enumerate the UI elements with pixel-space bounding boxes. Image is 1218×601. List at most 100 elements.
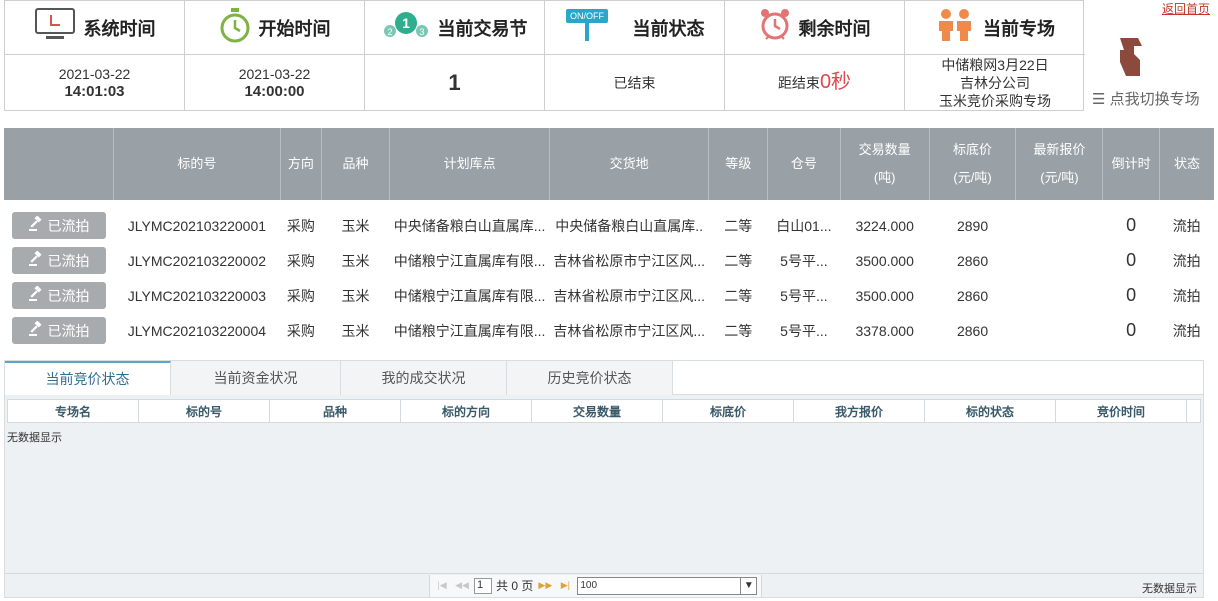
grid-col-bid-time[interactable]: 竞价时间 — [1056, 400, 1187, 422]
table-row: 已流拍 JLYMC202103220004 采购 玉米 中储粮宁江直属库有限... 吉林省… — [4, 313, 1214, 348]
cell-plan-store: 中储粮宁江直属库有限... — [393, 322, 546, 339]
col-warehouse: 仓号 — [767, 128, 841, 200]
start-time-value: 14:00:00 — [244, 82, 305, 100]
svg-text:2: 2 — [387, 27, 392, 37]
tab-current-funds[interactable]: 当前资金状况 — [171, 361, 341, 395]
cell-delivery: 吉林省松原市宁江区风... — [553, 287, 705, 304]
pager: |◀ ◀◀ 1 共 0 页 ▶▶ ▶| 100 ▼ 无数据显示 — [5, 573, 1203, 597]
cell-qty: 3378.000 — [855, 322, 914, 339]
zone-line-2: 吉林分公司 — [960, 74, 1030, 91]
cell-floor-price: 2890 — [956, 217, 989, 234]
grid-col-direction[interactable]: 标的方向 — [401, 400, 532, 422]
onoff-icon: ON/OFF — [565, 7, 611, 48]
next-page-icon[interactable]: ▶▶ — [537, 579, 553, 593]
start-time-title: 开始时间 — [258, 18, 331, 39]
auction-page: 返回首页 系统时间 2021-03-22 14:01:03 开始时间 2021-… — [0, 0, 1218, 601]
cell-direction: 采购 — [286, 217, 315, 234]
cell-grade: 二等 — [724, 252, 753, 269]
grid-col-my-bid[interactable]: 我方报价 — [794, 400, 925, 422]
cell-code: JLYMC202103220003 — [127, 287, 267, 304]
zone-line-3: 玉米竞价采购专场 — [939, 92, 1051, 109]
status-value: 已结束 — [613, 74, 656, 91]
switch-zone-button[interactable]: ☰ 点我切换专场 — [1090, 34, 1216, 114]
cell-status: 流拍 — [1172, 287, 1201, 304]
table-row: 已流拍 JLYMC202103220001 采购 玉米 中央储备粮白山直属库... 中央储… — [4, 200, 1214, 243]
cell-status: 流拍 — [1172, 252, 1201, 269]
cell-countdown: 0 — [1126, 285, 1137, 305]
first-page-icon[interactable]: |◀ — [434, 579, 450, 593]
col-delivery: 交货地 — [549, 128, 710, 200]
alarm-clock-icon — [759, 7, 791, 48]
start-date: 2021-03-22 — [238, 65, 311, 82]
session-title: 当前交易节 — [437, 18, 528, 39]
cell-qty: 3224.000 — [855, 217, 914, 234]
cell-delivery: 吉林省松原市宁江区风... — [553, 322, 705, 339]
col-variety: 品种 — [321, 128, 391, 200]
remaining-cell: 剩余时间 距结束0秒 — [725, 1, 905, 110]
grid-col-status[interactable]: 标的状态 — [925, 400, 1056, 422]
table-row: 已流拍 JLYMC202103220003 采购 玉米 中储粮宁江直属库有限... 吉林省… — [4, 278, 1214, 313]
info-panel: 系统时间 2021-03-22 14:01:03 开始时间 2021-03-22… — [4, 0, 1085, 111]
stopwatch-icon — [219, 7, 251, 48]
gavel-icon — [28, 215, 44, 235]
cell-variety: 玉米 — [341, 252, 370, 269]
svg-text:1: 1 — [402, 15, 410, 31]
last-page-icon[interactable]: ▶| — [557, 579, 573, 593]
session-cell: 213 当前交易节 1 — [365, 1, 545, 110]
tab-my-deals[interactable]: 我的成交状况 — [341, 361, 507, 395]
bid-status-panel: 当前竞价状态 当前资金状况 我的成交状况 历史竞价状态 专场名 标的号 品种 标… — [4, 360, 1204, 598]
grid-col-floor-price[interactable]: 标底价 — [663, 400, 794, 422]
col-grade: 等级 — [708, 128, 769, 200]
grid-header: 专场名 标的号 品种 标的方向 交易数量 标底价 我方报价 标的状态 竞价时间 — [7, 399, 1201, 423]
cell-variety: 玉米 — [341, 287, 370, 304]
tab-current-bid-status[interactable]: 当前竞价状态 — [5, 361, 171, 395]
failed-auction-button[interactable]: 已流拍 — [11, 282, 106, 309]
grid-col-code[interactable]: 标的号 — [139, 400, 270, 422]
back-home-link[interactable]: 返回首页 — [1162, 0, 1210, 17]
session-value: 1 — [448, 69, 461, 95]
failed-auction-button[interactable]: 已流拍 — [11, 317, 106, 344]
svg-text:3: 3 — [419, 27, 424, 37]
grid-col-variety[interactable]: 品种 — [270, 400, 401, 422]
col-action — [4, 128, 114, 200]
col-plan-store: 计划库点 — [389, 128, 550, 200]
cell-direction: 采购 — [286, 287, 315, 304]
status-title: 当前状态 — [632, 18, 705, 39]
zone-line-1: 中储粮网3月22日 — [941, 56, 1049, 73]
col-direction: 方向 — [280, 128, 322, 200]
page-size-select[interactable]: 100 ▼ — [577, 576, 758, 595]
col-countdown: 倒计时 — [1102, 128, 1160, 200]
zone-title: 当前专场 — [983, 18, 1055, 39]
cell-floor-price: 2860 — [956, 287, 989, 304]
col-floor: 标底价 (元/吨) — [929, 128, 1017, 200]
col-status: 状态 — [1159, 128, 1214, 200]
grid-col-zone-name[interactable]: 专场名 — [8, 400, 139, 422]
cell-code: JLYMC202103220001 — [127, 217, 267, 234]
grid-col-qty[interactable]: 交易数量 — [532, 400, 663, 422]
cell-plan-store: 中央储备粮白山直属库... — [393, 217, 546, 234]
prev-page-icon[interactable]: ◀◀ — [454, 579, 470, 593]
gavel-icon — [28, 285, 44, 305]
grid-empty-text: 无数据显示 — [7, 432, 62, 444]
failed-auction-button[interactable]: 已流拍 — [11, 212, 106, 239]
cell-qty: 3500.000 — [855, 287, 914, 304]
steps-icon: 213 — [382, 7, 430, 48]
cell-latest-price — [1016, 313, 1103, 348]
tab-bar: 当前竞价状态 当前资金状况 我的成交状况 历史竞价状态 — [5, 361, 1203, 395]
gavel-icon — [28, 250, 44, 270]
row-action: 已流拍 — [4, 313, 113, 348]
col-qty: 交易数量 (吨) — [840, 128, 930, 200]
system-date: 2021-03-22 — [58, 65, 131, 82]
failed-auction-button[interactable]: 已流拍 — [11, 247, 106, 274]
zone-cell: 当前专场 中储粮网3月22日 吉林分公司 玉米竞价采购专场 — [905, 1, 1085, 110]
cell-code: JLYMC202103220002 — [127, 252, 267, 269]
cell-status: 流拍 — [1172, 322, 1201, 339]
cell-grade: 二等 — [724, 217, 753, 234]
cell-qty: 3500.000 — [855, 252, 914, 269]
cell-floor-price: 2860 — [956, 322, 989, 339]
tab-history-bid-status[interactable]: 历史竞价状态 — [507, 361, 673, 395]
cell-countdown: 0 — [1126, 320, 1137, 340]
page-number-input[interactable]: 1 — [474, 577, 492, 594]
cell-latest-price — [1016, 278, 1103, 313]
cell-grade: 二等 — [724, 322, 753, 339]
